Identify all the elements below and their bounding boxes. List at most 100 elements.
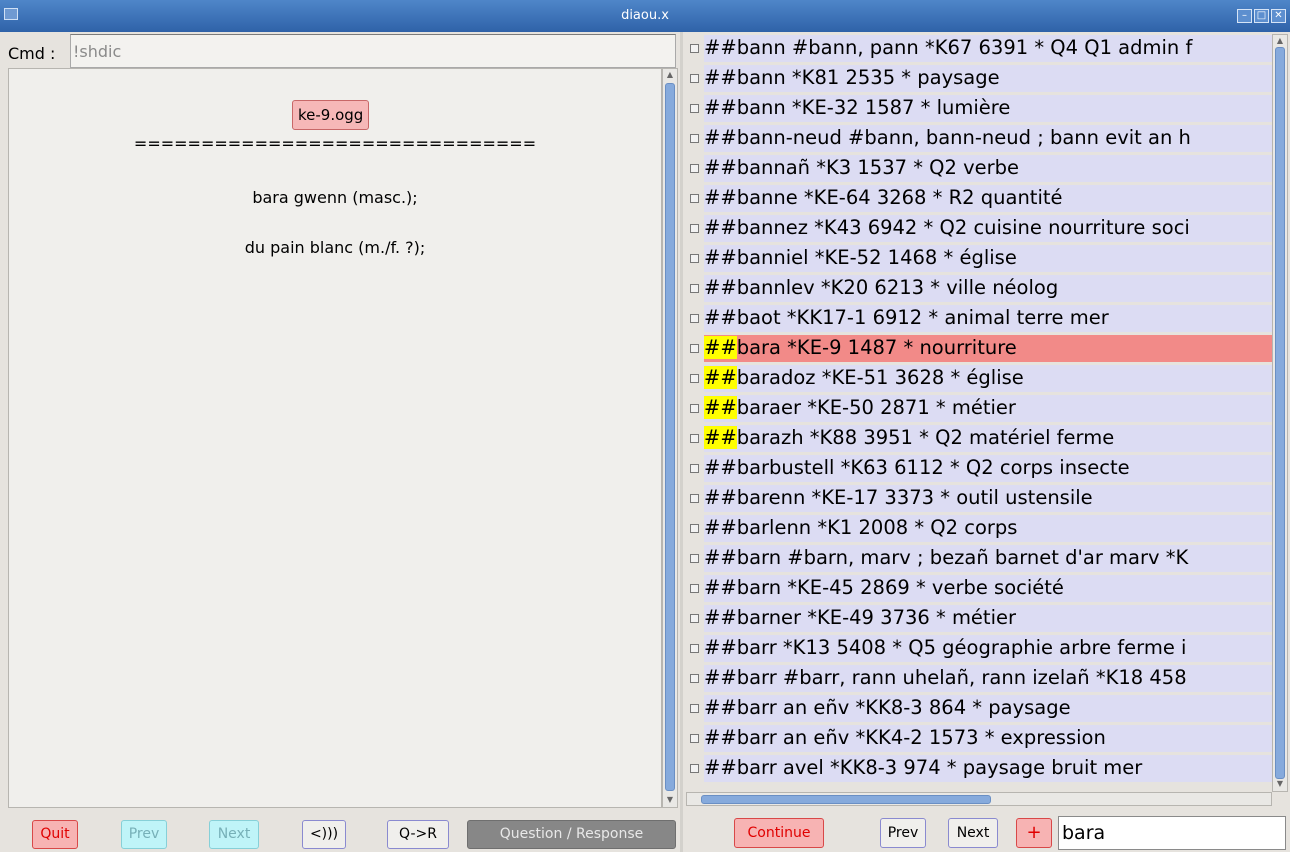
row-checkbox-icon[interactable] — [690, 404, 699, 413]
prev-button-left[interactable]: Prev — [121, 820, 167, 849]
entry-prefix: ## — [704, 276, 737, 299]
entry-prefix: ## — [704, 336, 737, 359]
close-icon[interactable]: ✕ — [1271, 9, 1286, 23]
scroll-up-icon[interactable]: ▲ — [665, 70, 675, 80]
quit-button[interactable]: Quit — [32, 820, 78, 849]
list-item[interactable]: ##bann-neud #bann, bann-neud ; bann evit… — [686, 124, 1272, 152]
continue-button[interactable]: Continue — [734, 818, 824, 848]
entry-text: barr *K13 5408 * Q5 géographie arbre fer… — [736, 636, 1187, 659]
list-item-text: ##barbustell *K63 6112 * Q2 corps insect… — [704, 454, 1130, 482]
list-item-text: ##baraer *KE-50 2871 * métier — [704, 394, 1016, 422]
row-checkbox-icon[interactable] — [690, 614, 699, 623]
list-item[interactable]: ##barazh *K88 3951 * Q2 matériel ferme — [686, 424, 1272, 452]
left-vertical-scrollbar[interactable]: ▲ ▼ — [662, 68, 678, 808]
row-checkbox-icon[interactable] — [690, 254, 699, 263]
minimize-icon[interactable]: – — [1237, 9, 1252, 23]
list-item-text: ##barn #barn, marv ; bezañ barnet d'ar m… — [704, 544, 1188, 572]
list-item[interactable]: ##barr an eñv *KK4-2 1573 * expression — [686, 724, 1272, 752]
scrollbar-thumb[interactable] — [1275, 47, 1285, 779]
horizontal-scrollbar[interactable] — [686, 792, 1272, 806]
row-checkbox-icon[interactable] — [690, 734, 699, 743]
pane-divider[interactable] — [680, 32, 683, 852]
row-checkbox-icon[interactable] — [690, 584, 699, 593]
entry-text: barn #barn, marv ; bezañ barnet d'ar mar… — [736, 546, 1189, 569]
scrollbar-thumb[interactable] — [701, 795, 991, 804]
list-item[interactable]: ##banne *KE-64 3268 * R2 quantité — [686, 184, 1272, 212]
row-checkbox-icon[interactable] — [690, 434, 699, 443]
row-checkbox-icon[interactable] — [690, 284, 699, 293]
list-item[interactable]: ##barenn *KE-17 3373 * outil ustensile — [686, 484, 1272, 512]
list-item-text: ##barenn *KE-17 3373 * outil ustensile — [704, 484, 1093, 512]
right-vertical-scrollbar[interactable]: ▲ ▼ — [1272, 34, 1288, 792]
list-item[interactable]: ##bann *K81 2535 * paysage — [686, 64, 1272, 92]
list-item[interactable]: ##bara *KE-9 1487 * nourriture — [686, 334, 1272, 362]
maximize-icon[interactable]: □ — [1254, 9, 1269, 23]
list-item[interactable]: ##banniel *KE-52 1468 * église — [686, 244, 1272, 272]
entry-text: bann #bann, pann *K67 6391 * Q4 Q1 admin… — [736, 36, 1193, 59]
list-item-text: ##bara *KE-9 1487 * nourriture — [704, 334, 1017, 362]
row-checkbox-icon[interactable] — [690, 134, 699, 143]
entry-text: bannlev *K20 6213 * ville néolog — [736, 276, 1059, 299]
row-checkbox-icon[interactable] — [690, 464, 699, 473]
row-checkbox-icon[interactable] — [690, 524, 699, 533]
row-checkbox-icon[interactable] — [690, 374, 699, 383]
row-checkbox-icon[interactable] — [690, 224, 699, 233]
list-item[interactable]: ##barbustell *K63 6112 * Q2 corps insect… — [686, 454, 1272, 482]
entry-prefix: ## — [704, 426, 737, 449]
list-item[interactable]: ##baraer *KE-50 2871 * métier — [686, 394, 1272, 422]
row-checkbox-icon[interactable] — [690, 74, 699, 83]
list-item[interactable]: ##barn *KE-45 2869 * verbe société — [686, 574, 1272, 602]
entry-text: bannez *K43 6942 * Q2 cuisine nourriture… — [736, 216, 1190, 239]
next-button-right[interactable]: Next — [948, 818, 998, 848]
list-item[interactable]: ##barr #barr, rann uhelañ, rann izelañ *… — [686, 664, 1272, 692]
row-checkbox-icon[interactable] — [690, 704, 699, 713]
row-checkbox-icon[interactable] — [690, 494, 699, 503]
row-checkbox-icon[interactable] — [690, 764, 699, 773]
list-item[interactable]: ##bannez *K43 6942 * Q2 cuisine nourritu… — [686, 214, 1272, 242]
row-checkbox-icon[interactable] — [690, 194, 699, 203]
row-checkbox-icon[interactable] — [690, 314, 699, 323]
row-checkbox-icon[interactable] — [690, 674, 699, 683]
row-checkbox-icon[interactable] — [690, 164, 699, 173]
list-item[interactable]: ##barner *KE-49 3736 * métier — [686, 604, 1272, 632]
entry-text: barr #barr, rann uhelañ, rann izelañ *K1… — [736, 666, 1187, 689]
scroll-down-icon[interactable]: ▼ — [665, 795, 675, 805]
next-button-left[interactable]: Next — [209, 820, 259, 849]
row-checkbox-icon[interactable] — [690, 644, 699, 653]
list-item[interactable]: ##barr an eñv *KK8-3 864 * paysage — [686, 694, 1272, 722]
list-item[interactable]: ##baradoz *KE-51 3628 * église — [686, 364, 1272, 392]
list-item[interactable]: ##baot *KK17-1 6912 * animal terre mer — [686, 304, 1272, 332]
play-audio-button[interactable]: <))) — [302, 820, 346, 849]
row-checkbox-icon[interactable] — [690, 344, 699, 353]
list-item[interactable]: ##barn #barn, marv ; bezañ barnet d'ar m… — [686, 544, 1272, 572]
row-checkbox-icon[interactable] — [690, 554, 699, 563]
question-response-button[interactable]: Question / Response — [467, 820, 676, 849]
search-input[interactable] — [1058, 816, 1286, 850]
cmd-input[interactable] — [70, 34, 676, 68]
row-checkbox-icon[interactable] — [690, 44, 699, 53]
q-to-r-button[interactable]: Q->R — [387, 820, 449, 849]
list-item[interactable]: ##barr *K13 5408 * Q5 géographie arbre f… — [686, 634, 1272, 662]
list-item[interactable]: ##bann *KE-32 1587 * lumière — [686, 94, 1272, 122]
prev-button-right[interactable]: Prev — [880, 818, 926, 848]
audio-file-button[interactable]: ke-9.ogg — [292, 100, 370, 130]
list-item-text: ##barr an eñv *KK4-2 1573 * expression — [704, 724, 1106, 752]
list-item-text: ##bannañ *K3 1537 * Q2 verbe — [704, 154, 1019, 182]
list-item[interactable]: ##bann #bann, pann *K67 6391 * Q4 Q1 adm… — [686, 34, 1272, 62]
entry-prefix: ## — [704, 366, 737, 389]
row-checkbox-icon[interactable] — [690, 104, 699, 113]
list-item[interactable]: ##bannañ *K3 1537 * Q2 verbe — [686, 154, 1272, 182]
add-button[interactable]: + — [1016, 818, 1052, 848]
definition-text-area[interactable] — [8, 68, 662, 808]
list-item[interactable]: ##barlenn *K1 2008 * Q2 corps — [686, 514, 1272, 542]
scroll-up-icon[interactable]: ▲ — [1275, 36, 1285, 46]
scroll-down-icon[interactable]: ▼ — [1275, 779, 1285, 789]
list-item-text: ##barr an eñv *KK8-3 864 * paysage — [704, 694, 1071, 722]
list-item-text: ##barazh *K88 3951 * Q2 matériel ferme — [704, 424, 1114, 452]
entry-text: bann *KE-32 1587 * lumière — [736, 96, 1011, 119]
entry-prefix: ## — [704, 576, 737, 599]
list-item[interactable]: ##bannlev *K20 6213 * ville néolog — [686, 274, 1272, 302]
word-list[interactable]: ## bann #bann, pann *K67 6391 * Q4 Q1 adm… — [686, 34, 1272, 792]
list-item-text: ##bannez *K43 6942 * Q2 cuisine nourritu… — [704, 214, 1190, 242]
list-item[interactable]: ##barr avel *KK8-3 974 * paysage bruit m… — [686, 754, 1272, 782]
